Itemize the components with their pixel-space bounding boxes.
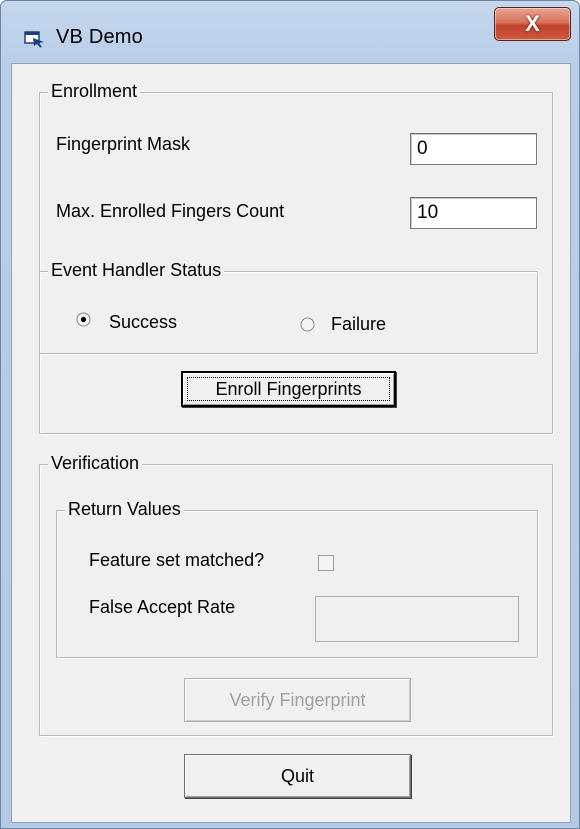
false-accept-rate-label: False Accept Rate [89,597,236,617]
window-title: VB Demo [56,26,143,48]
enrollment-legend: Enrollment [48,81,141,102]
false-accept-rate-field[interactable] [315,596,519,642]
app-window-icon [24,31,44,48]
quit-label: Quit [280,765,314,786]
close-icon: X [525,11,540,36]
enroll-fingerprints-button[interactable]: Enroll Fingerprints [181,371,396,407]
form-client-area: Enrollment Fingerprint Mask 0 Max. Enrol… [11,63,571,823]
fingerprint-mask-input[interactable]: 0 [410,133,537,165]
verification-legend: Verification [48,453,143,474]
feature-set-matched-checkbox[interactable] [318,555,334,571]
success-radio-label[interactable]: Success [109,312,177,333]
max-enrolled-fingers-label: Max. Enrolled Fingers Count [56,201,285,221]
close-button[interactable]: X [494,7,571,41]
title-bar[interactable]: VB Demo X [1,1,579,61]
app-window: VB Demo X Enrollment Fingerprint Mask 0 … [0,0,580,829]
failure-radio-label[interactable]: Failure [331,314,386,335]
verify-fingerprint-button[interactable]: Verify Fingerprint [184,678,411,722]
verify-fingerprint-label: Verify Fingerprint [229,689,366,710]
quit-button[interactable]: Quit [184,754,411,798]
event-handler-status-legend: Event Handler Status [48,260,225,281]
feature-set-matched-label: Feature set matched? [89,550,265,570]
failure-radio[interactable] [300,317,315,332]
success-radio[interactable] [76,312,91,327]
return-values-legend: Return Values [65,499,184,520]
max-enrolled-fingers-input[interactable]: 10 [410,197,537,229]
fingerprint-mask-label: Fingerprint Mask [56,134,191,154]
enroll-fingerprints-label: Enroll Fingerprints [215,378,362,399]
